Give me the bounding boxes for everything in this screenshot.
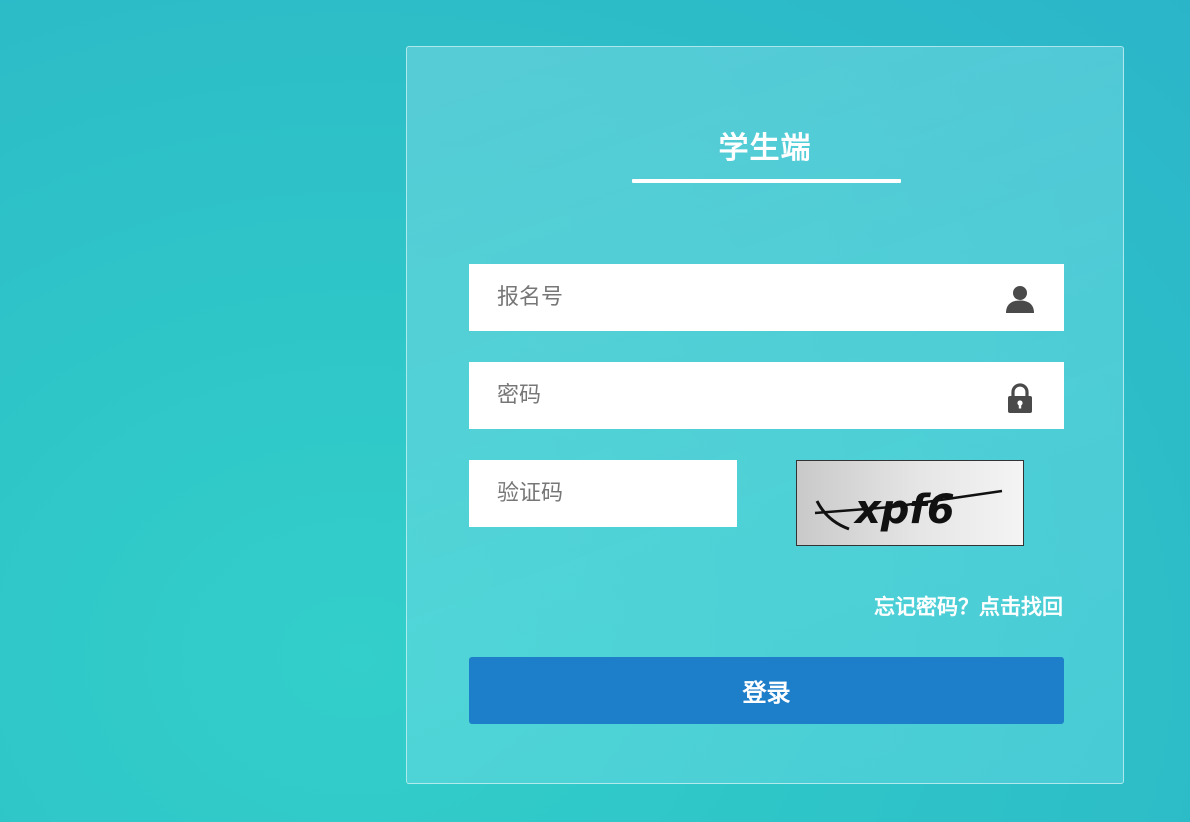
captcha-field[interactable] bbox=[469, 460, 737, 527]
password-input[interactable] bbox=[469, 362, 1064, 429]
forgot-password-link[interactable]: 忘记密码？点击找回 bbox=[874, 591, 1063, 621]
captcha-input[interactable] bbox=[469, 460, 737, 527]
lock-icon bbox=[1004, 382, 1036, 413]
login-button[interactable]: 登录 bbox=[469, 657, 1064, 724]
page-title: 学生端 bbox=[718, 131, 812, 166]
username-field[interactable] bbox=[469, 264, 1064, 331]
login-panel: 学生端 xpf6 忘记密码？点击找回 bbox=[406, 46, 1124, 784]
captcha-image[interactable]: xpf6 bbox=[796, 460, 1024, 546]
title-underline bbox=[632, 179, 901, 183]
username-input[interactable] bbox=[469, 264, 1064, 331]
password-field[interactable] bbox=[469, 362, 1064, 429]
user-icon bbox=[1004, 284, 1036, 314]
